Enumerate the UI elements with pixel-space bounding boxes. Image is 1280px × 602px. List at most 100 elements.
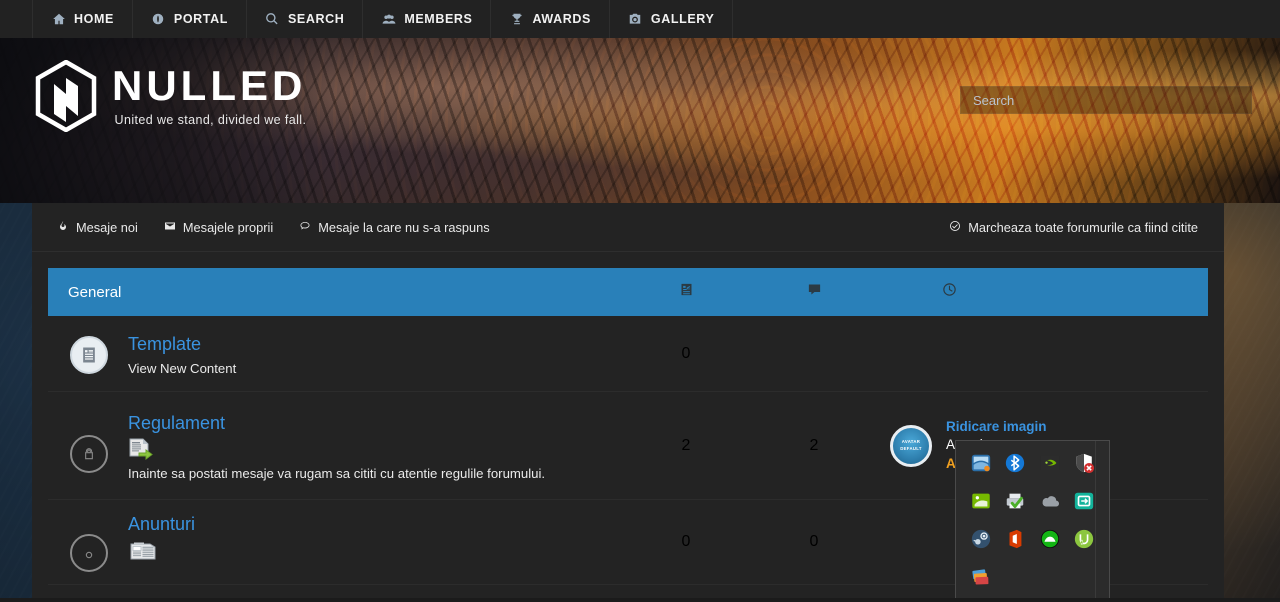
- nvidia-geforce-experience-icon: [972, 493, 990, 509]
- replies-column-header[interactable]: [750, 282, 878, 302]
- microsoft-office-icon: [1009, 529, 1022, 549]
- forum-info-regulament: Regulament Inainte sa postati mesaje va …: [128, 411, 545, 481]
- onedrive-icon: [1042, 496, 1059, 507]
- nav-item-portal[interactable]: PORTAL: [133, 0, 247, 38]
- forum-link-anunturi[interactable]: Anunturi: [128, 514, 195, 535]
- comment-icon: [807, 282, 822, 302]
- read-document-badge-icon: [70, 335, 108, 374]
- link-unanswered-messages-label: Mesaje la care nu s-a raspuns: [318, 219, 490, 235]
- nav-item-home-label: HOME: [74, 12, 114, 26]
- flame-icon: [57, 220, 69, 235]
- avatar-label-line2: DEFAULT: [900, 445, 922, 451]
- top-navigation-bar: HOME PORTAL SEARCH MEMBERS AWARDS GALLER…: [0, 0, 1280, 38]
- hexagon-n-logo-icon: [35, 60, 97, 132]
- tray-scrollbar[interactable]: [1095, 441, 1109, 601]
- card-stack-icon: [972, 569, 989, 585]
- forum-cell-regulament: Regulament Inainte sa postati mesaje va …: [48, 399, 622, 493]
- network-icon: [971, 454, 991, 472]
- nav-item-awards[interactable]: AWARDS: [491, 0, 610, 38]
- forum-link-template[interactable]: Template: [128, 334, 201, 355]
- system-tray-popup: [955, 440, 1110, 602]
- forum-subnav-right: Marcheaza toate forumurile ca fiind citi…: [949, 220, 1224, 235]
- forum-category-title: General: [68, 283, 122, 301]
- document-lines-icon: [679, 282, 694, 302]
- tray-icon-grid: [964, 451, 1101, 589]
- nvidia-icon: [1040, 455, 1059, 471]
- tray-steam-icon[interactable]: [964, 527, 998, 551]
- forum-cell-template: Template View New Content: [48, 320, 622, 388]
- tray-mega-sync-icon[interactable]: [1033, 527, 1067, 551]
- home-icon: [51, 12, 66, 27]
- search-input[interactable]: [973, 92, 1239, 108]
- topics-count-template: 0: [681, 344, 691, 362]
- locked-forum-badge-icon: [70, 434, 108, 473]
- nav-item-members-label: MEMBERS: [404, 12, 473, 26]
- link-new-messages-label: Mesaje noi: [76, 219, 138, 235]
- unread-forum-badge-icon: [70, 534, 108, 572]
- link-unanswered-messages[interactable]: Mesaje la care nu s-a raspuns: [299, 219, 490, 235]
- forum-status-template[interactable]: [68, 332, 110, 374]
- nav-item-search[interactable]: SEARCH: [247, 0, 364, 38]
- check-circle-icon: [949, 220, 961, 235]
- tray-network-icon[interactable]: [964, 451, 998, 475]
- search-icon: [265, 12, 280, 27]
- members-icon: [381, 12, 396, 27]
- forum-description-regulament: Inainte sa postati mesaje va rugam sa ci…: [128, 465, 546, 481]
- site-header-banner: NULLED United we stand, divided we fall.: [0, 38, 1280, 203]
- forum-info-template: Template View New Content: [128, 332, 236, 376]
- link-new-messages[interactable]: Mesaje noi: [57, 220, 138, 235]
- tray-nvidia-icon[interactable]: [1033, 451, 1067, 475]
- trophy-icon: [509, 12, 524, 27]
- forum-info-anunturi: Anunturi: [128, 512, 195, 561]
- tray-printer-ready-icon[interactable]: [998, 489, 1032, 513]
- camera-icon: [628, 12, 643, 27]
- nav-item-awards-label: AWARDS: [532, 12, 591, 26]
- link-mark-all-read[interactable]: Marcheaza toate forumurile ca fiind citi…: [949, 220, 1198, 235]
- avatar[interactable]: AVATAR DEFAULT: [890, 424, 932, 467]
- lastpost-topic-link[interactable]: Ridicare imagin: [946, 418, 1047, 437]
- steam-icon: [971, 529, 991, 549]
- nav-item-home[interactable]: HOME: [32, 0, 133, 38]
- forum-status-regulament[interactable]: [68, 411, 110, 473]
- nav-item-gallery[interactable]: GALLERY: [610, 0, 734, 38]
- replies-count-anunturi: 0: [809, 533, 819, 550]
- nav-item-members[interactable]: MEMBERS: [363, 0, 492, 38]
- table-row[interactable]: Template View New Content 0: [48, 316, 1208, 392]
- utorrent-icon: [1074, 529, 1094, 549]
- remote-desktop-icon: [1074, 492, 1094, 510]
- topics-count-regulament: 2: [681, 436, 691, 454]
- newspaper-icon: [130, 542, 156, 560]
- tray-geforce-experience-icon[interactable]: [964, 489, 998, 513]
- nav-item-gallery-label: GALLERY: [650, 12, 715, 26]
- printer-ready-icon: [1007, 493, 1024, 509]
- header-search-box[interactable]: [960, 86, 1252, 114]
- portal-icon: [151, 12, 166, 27]
- tray-bluetooth-icon[interactable]: [998, 451, 1032, 475]
- forum-subnav: Mesaje noi Mesajele proprii Mesaje la ca…: [32, 203, 1224, 252]
- document-export-icon: [129, 438, 153, 460]
- lastpost-column-header[interactable]: [878, 282, 1208, 302]
- link-mark-all-read-label: Marcheaza toate forumurile ca fiind citi…: [968, 219, 1198, 235]
- tray-onedrive-icon[interactable]: [1033, 489, 1067, 513]
- topics-count-anunturi: 0: [681, 533, 691, 550]
- site-logo[interactable]: NULLED United we stand, divided we fall.: [34, 60, 306, 132]
- brand-tagline: United we stand, divided we fall.: [114, 113, 307, 127]
- forum-status-anunturi[interactable]: [68, 512, 110, 572]
- clock-icon: [914, 282, 957, 302]
- forum-subnav-links: Mesaje noi Mesajele proprii Mesaje la ca…: [57, 220, 490, 235]
- link-my-messages[interactable]: Mesajele proprii: [164, 220, 273, 235]
- replies-count-regulament: 2: [809, 436, 819, 454]
- bluetooth-icon: [1006, 453, 1025, 473]
- tray-card-stack-icon[interactable]: [964, 565, 998, 589]
- speech-bubble-icon: [299, 220, 311, 235]
- brand-name: NULLED: [112, 62, 307, 109]
- security-shield-error-icon: [1076, 453, 1094, 474]
- taskbar-edge: [0, 598, 1280, 602]
- mega-sync-icon: [1040, 529, 1059, 549]
- nav-item-search-label: SEARCH: [287, 12, 345, 26]
- forum-link-regulament[interactable]: Regulament: [128, 413, 225, 434]
- link-my-messages-label: Mesajele proprii: [182, 219, 274, 235]
- tray-microsoft-office-icon[interactable]: [998, 527, 1032, 551]
- topics-column-header[interactable]: [622, 282, 750, 302]
- nav-item-portal-label: PORTAL: [173, 12, 228, 26]
